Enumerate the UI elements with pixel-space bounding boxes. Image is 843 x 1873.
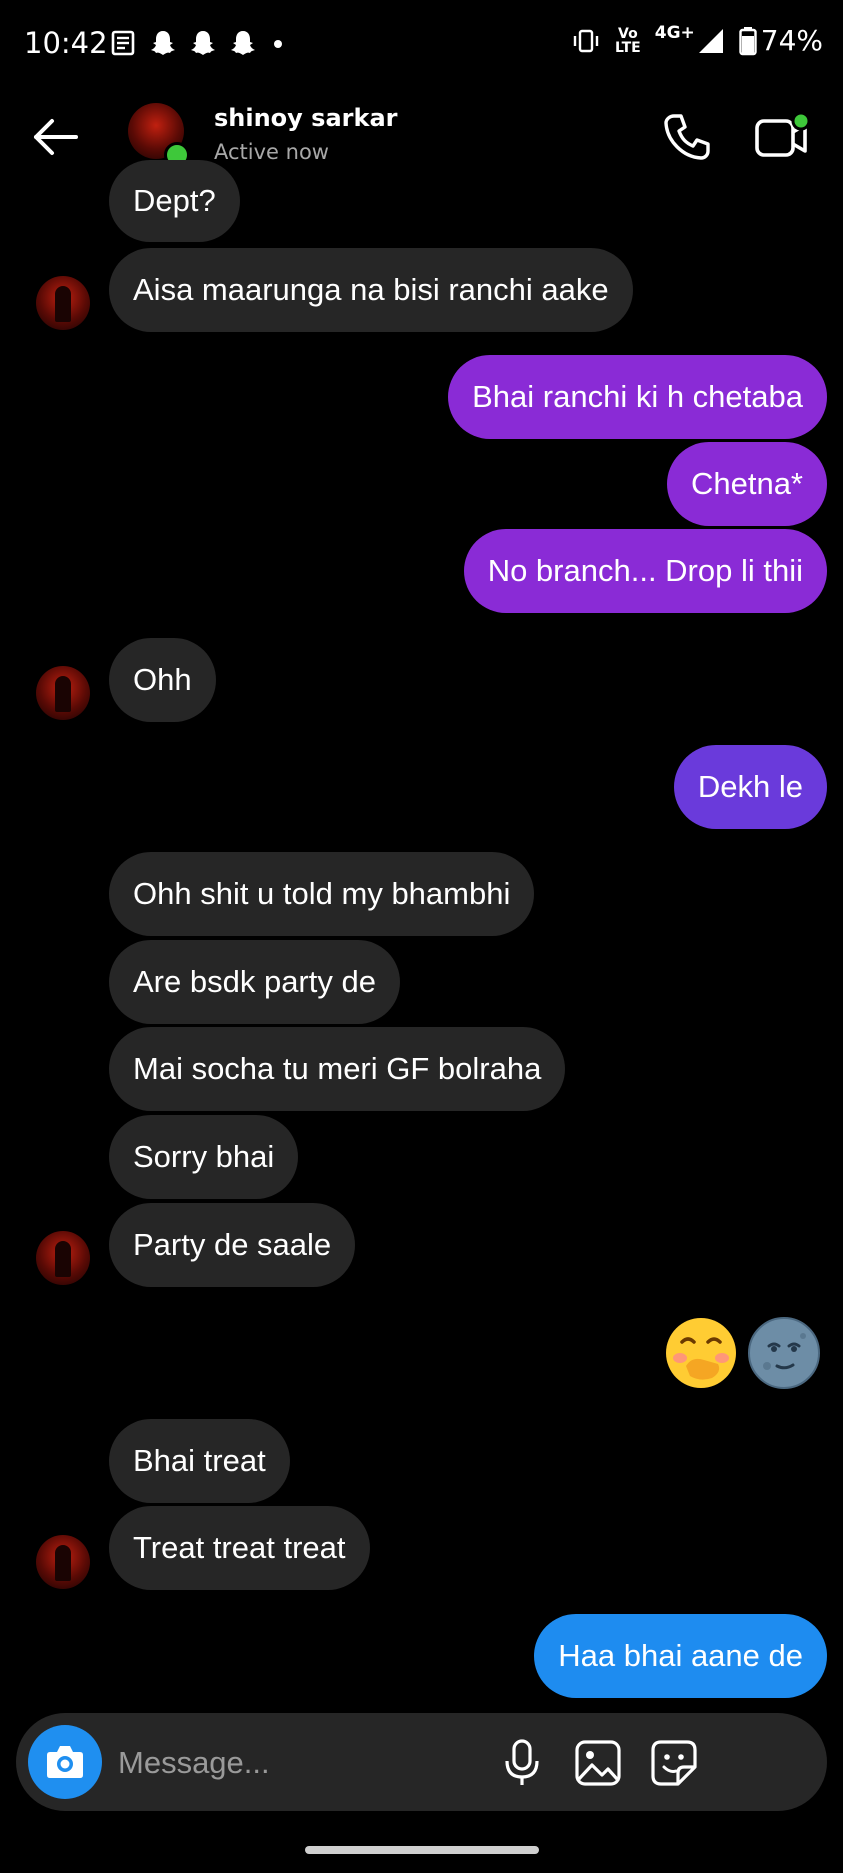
phone-icon[interactable] xyxy=(660,110,714,164)
contact-name[interactable]: shinoy sarkar xyxy=(214,104,397,132)
video-icon[interactable] xyxy=(752,108,810,166)
camera-button[interactable] xyxy=(28,1725,102,1799)
moon-face-emoji[interactable] xyxy=(747,1316,821,1390)
sender-avatar[interactable] xyxy=(36,666,90,720)
sender-avatar[interactable] xyxy=(36,1535,90,1589)
volte-indicator: Vo LTE xyxy=(615,25,641,56)
vibrate-icon xyxy=(573,29,599,52)
message-bubble-incoming[interactable]: Party de saale xyxy=(109,1203,356,1287)
message-composer xyxy=(16,1713,827,1811)
status-time: 10:42 xyxy=(24,26,108,60)
message-bubble-incoming[interactable]: Ohh xyxy=(109,638,216,722)
message-bubble-outgoing[interactable]: Haa bhai aane de xyxy=(534,1614,827,1698)
hand-over-mouth-emoji[interactable] xyxy=(664,1316,738,1390)
signal-icon xyxy=(698,28,723,53)
network-type: 4G+ xyxy=(654,22,695,43)
message-bubble-incoming[interactable]: Ohh shit u told my bhambhi xyxy=(109,852,535,936)
message-bubble-outgoing[interactable]: Bhai ranchi ki h chetaba xyxy=(448,355,827,439)
status-bar: 10:42 Vo LTE 4G+ 74% xyxy=(0,0,843,90)
camera-icon xyxy=(47,1746,83,1778)
snapchat-icon xyxy=(231,31,255,55)
message-bubble-incoming[interactable]: Sorry bhai xyxy=(109,1115,299,1199)
home-indicator[interactable] xyxy=(305,1846,539,1854)
dot-icon xyxy=(274,40,282,48)
message-bubble-incoming[interactable]: Aisa maarunga na bisi ranchi aake xyxy=(109,248,633,332)
message-bubble-incoming[interactable]: Treat treat treat xyxy=(109,1506,370,1590)
sender-avatar[interactable] xyxy=(36,1231,90,1285)
snapchat-icon xyxy=(151,31,175,55)
battery-icon xyxy=(739,26,757,55)
microphone-icon[interactable] xyxy=(496,1737,548,1789)
message-bubble-incoming[interactable]: Bhai treat xyxy=(109,1419,290,1503)
contact-status: Active now xyxy=(214,140,329,164)
news-icon xyxy=(111,30,135,56)
message-bubble-incoming[interactable]: Are bsdk party de xyxy=(109,940,400,1024)
sticker-icon[interactable] xyxy=(648,1737,700,1789)
sender-avatar[interactable] xyxy=(36,276,90,330)
message-bubble-incoming[interactable]: Dept? xyxy=(109,160,240,242)
message-bubble-outgoing[interactable]: No branch... Drop li thii xyxy=(463,529,827,613)
battery-percent: 74% xyxy=(760,24,823,57)
gallery-icon[interactable] xyxy=(572,1737,624,1789)
snapchat-icon xyxy=(191,31,215,55)
message-bubble-outgoing[interactable]: Chetna* xyxy=(666,442,827,526)
message-bubble-incoming[interactable]: Mai socha tu meri GF bolraha xyxy=(109,1027,566,1111)
message-bubble-outgoing[interactable]: Dekh le xyxy=(673,745,827,829)
back-arrow-icon[interactable] xyxy=(30,112,80,162)
